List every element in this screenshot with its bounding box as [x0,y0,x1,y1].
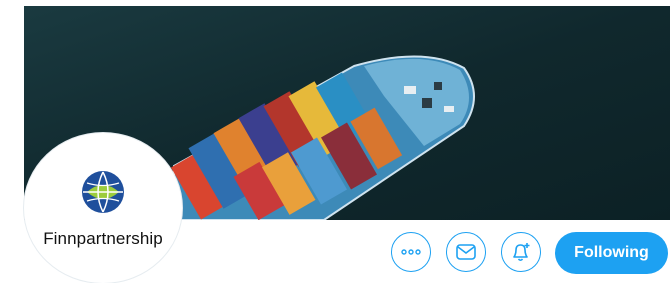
globe-logo-icon [82,171,124,213]
following-button[interactable]: Following [555,232,668,274]
envelope-icon [456,244,476,260]
more-dots-icon [401,249,421,255]
message-button[interactable] [446,232,486,272]
profile-header: Finnpartnership Following [0,0,670,283]
bell-plus-icon [513,243,530,262]
more-button[interactable] [391,232,431,272]
profile-actions: Following [0,232,670,276]
notifications-button[interactable] [501,232,541,272]
